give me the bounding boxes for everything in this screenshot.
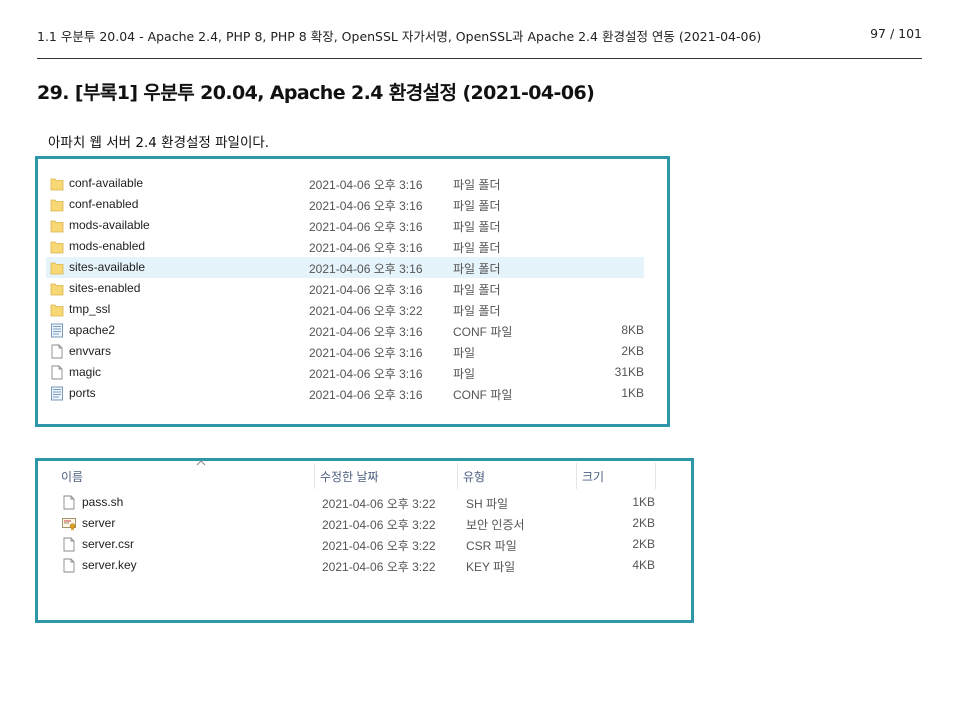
file-row[interactable]: pass.sh 2021-04-06 오후 3:22 SH 파일 1KB: [58, 492, 655, 513]
file-icon: [63, 537, 75, 552]
page-number: 97 / 101: [870, 26, 922, 41]
document-title: 1.1 우분투 20.04 - Apache 2.4, PHP 8, PHP 8…: [37, 29, 762, 44]
folder-icon: [50, 220, 64, 233]
folder-icon: [50, 304, 64, 317]
file-name: sites-enabled: [69, 281, 141, 295]
file-row-selected[interactable]: sites-available 2021-04-06 오후 3:16 파일 폴더: [46, 257, 644, 278]
file-row[interactable]: mods-available 2021-04-06 오후 3:16 파일 폴더: [46, 215, 644, 236]
file-row[interactable]: sites-enabled 2021-04-06 오후 3:16 파일 폴더: [46, 278, 644, 299]
config-file-icon: [51, 323, 63, 338]
file-name: apache2: [69, 323, 116, 337]
file-icon: [51, 344, 63, 359]
section-title: 29. [부록1] 우분투 20.04, Apache 2.4 환경설정 (20…: [37, 82, 595, 104]
column-header-label: 유형: [463, 470, 486, 484]
file-row[interactable]: conf-available 2021-04-06 오후 3:16 파일 폴더: [46, 173, 644, 194]
file-date: 2021-04-06 오후 3:22: [322, 539, 436, 553]
file-name: conf-available: [69, 176, 144, 190]
file-row[interactable]: magic 2021-04-06 오후 3:16 파일 31KB: [46, 362, 644, 383]
file-name: pass.sh: [82, 495, 124, 509]
description-text: 아파치 웹 서버 2.4 환경설정 파일이다.: [48, 135, 270, 151]
folder-icon: [50, 283, 64, 296]
file-icon: [51, 365, 63, 380]
file-name: server: [82, 516, 116, 530]
file-name: mods-available: [69, 218, 150, 232]
column-header-label: 수정한 날짜: [320, 470, 379, 484]
column-header-name[interactable]: 이름: [56, 460, 315, 489]
file-type: CONF 파일: [453, 325, 513, 339]
file-date: 2021-04-06 오후 3:16: [309, 388, 423, 402]
column-header-size[interactable]: 크기: [577, 463, 656, 489]
file-type: CONF 파일: [453, 388, 513, 402]
file-row[interactable]: tmp_ssl 2021-04-06 오후 3:22 파일 폴더: [46, 299, 644, 320]
file-type: 파일: [453, 346, 476, 360]
file-type: 파일: [453, 367, 476, 381]
file-type: 파일 폴더: [453, 304, 501, 318]
file-date: 2021-04-06 오후 3:16: [309, 367, 423, 381]
file-type: SH 파일: [466, 497, 509, 511]
sort-ascending-icon: [196, 460, 206, 466]
file-size: 4KB: [632, 558, 655, 572]
file-size: 2KB: [621, 344, 644, 358]
file-name: tmp_ssl: [69, 302, 111, 316]
file-date: 2021-04-06 오후 3:16: [309, 199, 423, 213]
file-name: envvars: [69, 344, 112, 358]
file-type: 파일 폴더: [453, 178, 501, 192]
file-row[interactable]: mods-enabled 2021-04-06 오후 3:16 파일 폴더: [46, 236, 644, 257]
file-date: 2021-04-06 오후 3:22: [322, 560, 436, 574]
file-date: 2021-04-06 오후 3:22: [322, 518, 436, 532]
file-row[interactable]: server 2021-04-06 오후 3:22 보안 인증서 2KB: [58, 513, 655, 534]
file-date: 2021-04-06 오후 3:16: [309, 283, 423, 297]
file-row[interactable]: envvars 2021-04-06 오후 3:16 파일 2KB: [46, 341, 644, 362]
file-row[interactable]: server.key 2021-04-06 오후 3:22 KEY 파일 4KB: [58, 555, 655, 576]
file-explorer-apache-config: conf-available 2021-04-06 오후 3:16 파일 폴더 …: [35, 156, 670, 427]
file-name: server.key: [82, 558, 137, 572]
file-date: 2021-04-06 오후 3:22: [322, 497, 436, 511]
column-header-type[interactable]: 유형: [458, 463, 577, 489]
file-date: 2021-04-06 오후 3:16: [309, 220, 423, 234]
file-size: 2KB: [632, 537, 655, 551]
file-name: server.csr: [82, 537, 135, 551]
column-header-label: 크기: [582, 470, 605, 484]
file-row[interactable]: apache2 2021-04-06 오후 3:16 CONF 파일 8KB: [46, 320, 644, 341]
file-date: 2021-04-06 오후 3:16: [309, 241, 423, 255]
file-date: 2021-04-06 오후 3:16: [309, 262, 423, 276]
file-size: 8KB: [621, 323, 644, 337]
column-header-label: 이름: [61, 470, 84, 484]
file-row[interactable]: server.csr 2021-04-06 오후 3:22 CSR 파일 2KB: [58, 534, 655, 555]
file-date: 2021-04-06 오후 3:22: [309, 304, 423, 318]
file-icon: [63, 558, 75, 573]
folder-icon: [50, 199, 64, 212]
file-type: CSR 파일: [466, 539, 517, 553]
config-file-icon: [51, 386, 63, 401]
file-date: 2021-04-06 오후 3:16: [309, 325, 423, 339]
file-type: KEY 파일: [466, 560, 516, 574]
page-header: 1.1 우분투 20.04 - Apache 2.4, PHP 8, PHP 8…: [37, 22, 922, 59]
file-name: conf-enabled: [69, 197, 139, 211]
file-icon: [63, 495, 75, 510]
file-size: 31KB: [614, 365, 644, 379]
file-name: mods-enabled: [69, 239, 146, 253]
file-explorer-ssl: 이름 수정한 날짜 유형 크기 pass.sh 2021-04-06 오후 3:…: [35, 458, 694, 623]
file-type: 파일 폴더: [453, 199, 501, 213]
file-size: 1KB: [632, 495, 655, 509]
folder-icon: [50, 178, 64, 191]
file-row[interactable]: ports 2021-04-06 오후 3:16 CONF 파일 1KB: [46, 383, 644, 404]
file-type: 파일 폴더: [453, 283, 501, 297]
file-type: 보안 인증서: [466, 518, 525, 532]
file-type: 파일 폴더: [453, 241, 501, 255]
certificate-icon: [62, 518, 76, 531]
file-row[interactable]: conf-enabled 2021-04-06 오후 3:16 파일 폴더: [46, 194, 644, 215]
file-type: 파일 폴더: [453, 262, 501, 276]
folder-icon: [50, 262, 64, 275]
file-name: magic: [69, 365, 102, 379]
file-size: 1KB: [621, 386, 644, 400]
file-name: sites-available: [69, 260, 146, 274]
file-date: 2021-04-06 오후 3:16: [309, 346, 423, 360]
file-size: 2KB: [632, 516, 655, 530]
folder-icon: [50, 241, 64, 254]
column-header-date[interactable]: 수정한 날짜: [315, 463, 458, 489]
file-name: ports: [69, 386, 96, 400]
file-date: 2021-04-06 오후 3:16: [309, 178, 423, 192]
file-type: 파일 폴더: [453, 220, 501, 234]
